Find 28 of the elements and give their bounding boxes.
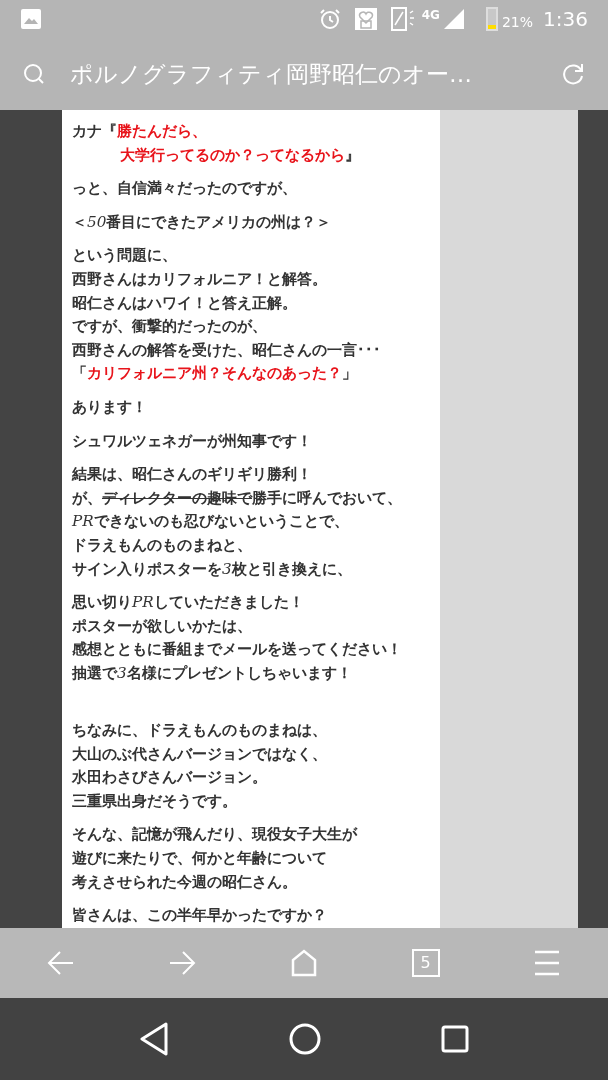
paragraph: っと、自信満々だったのですが、 bbox=[72, 178, 298, 200]
paragraph: 思い切りPR していただきました！ ポスターが欲しいかたは、 感想とともに番組までメールを送ってください！ 抽選で3名様にプレゼントしちゃいます！ bbox=[72, 592, 403, 684]
paragraph: ちなみに、ドラえもんのものまねは、 大山のぶ代さんバージョンではなく、 水田わさびさんバージョン。 三重県出身だそうです。 bbox=[72, 720, 328, 812]
paragraph: 結果は、昭仁さんのギリギリ勝利！ が、ディレクターの趣味で勝手に呼んでおいて、 PRできないのも忍びないということで、 ドラえもんのものまねと、 サイン入りポスターを3枚と引き換えに、 bbox=[72, 464, 403, 580]
screen-rotation-icon bbox=[389, 7, 416, 31]
clock: 1:36 bbox=[543, 6, 588, 33]
paragraph: カナ『勝たんだら、 大学行ってるのか？ってなるから』 bbox=[72, 121, 361, 166]
forward-arrow-icon[interactable] bbox=[168, 949, 197, 977]
back-arrow-icon[interactable] bbox=[46, 949, 75, 977]
recent-apps-icon[interactable] bbox=[441, 1025, 469, 1053]
paragraph: 皆さんは、この半年早かったですか？ bbox=[72, 905, 328, 927]
menu-icon[interactable] bbox=[533, 950, 562, 976]
search-icon[interactable] bbox=[22, 62, 46, 86]
paragraph: ＜50番目にできたアメリカの州は？＞ bbox=[72, 211, 333, 233]
home-circle-icon[interactable] bbox=[289, 1023, 321, 1055]
battery-percent: 21% bbox=[501, 12, 534, 32]
paragraph: シュワルツェネガーが州知事です！ bbox=[72, 430, 313, 452]
refresh-icon[interactable] bbox=[560, 61, 586, 87]
home-icon[interactable] bbox=[290, 949, 318, 977]
paragraph: あります！ bbox=[72, 396, 148, 418]
image-icon bbox=[20, 8, 42, 30]
paragraph: そんな、記憶が飛んだり、現役女子大生が 遊びに来たりで、何かと年齢について 考えさせられた今週の昭仁さん。 bbox=[72, 824, 359, 893]
battery-icon bbox=[485, 7, 498, 31]
paragraph: という問題に、 西野さんはカリフォルニア！と解答。 昭仁さんはハワイ！と答え正解。 ですが、衝撃的だったのが、 西野さんの解答を受けた、昭仁さんの一言･･･ 「カリフォルニア州？そんなのあった？」 bbox=[72, 245, 382, 385]
network-type: 4G bbox=[421, 7, 440, 24]
tabs-button[interactable]: 5 bbox=[411, 949, 440, 977]
back-triangle-icon[interactable] bbox=[139, 1022, 169, 1056]
page-title[interactable]: ポルノグラフィティ岡野昭仁のオー… bbox=[70, 56, 560, 92]
